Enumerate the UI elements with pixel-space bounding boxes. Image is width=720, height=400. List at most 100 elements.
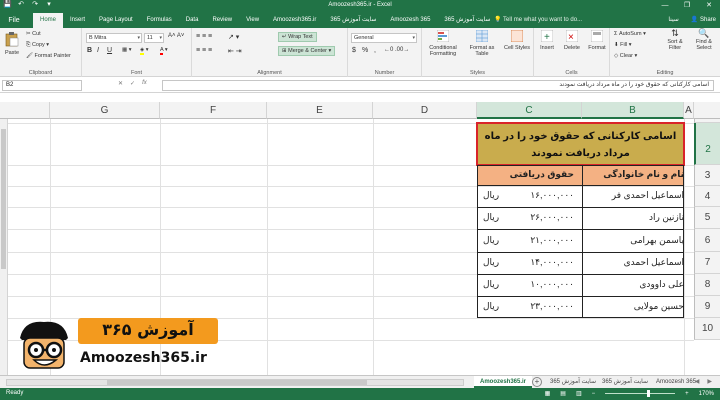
row-header-8[interactable]: 8	[694, 274, 720, 296]
share-button[interactable]: 👤 Share	[691, 16, 716, 23]
tab-home[interactable]: Home	[33, 13, 64, 28]
table-row-name[interactable]: نازنین راد	[582, 212, 694, 223]
file-tab[interactable]: File	[0, 13, 28, 28]
scrollbar-thumb[interactable]	[1, 129, 6, 269]
minimize-button[interactable]: —	[654, 0, 676, 11]
vertical-scrollbar[interactable]	[0, 119, 8, 375]
column-header-H[interactable]	[0, 102, 50, 119]
font-color-icon[interactable]: A ▾	[160, 47, 168, 55]
number-format-select[interactable]: General ▾	[351, 33, 417, 43]
tab-data[interactable]: Data	[179, 13, 206, 28]
table-row-salary[interactable]: ۱۴,۰۰۰,۰۰۰ ریال	[477, 257, 582, 269]
hscroll-thumb[interactable]	[107, 380, 367, 385]
tab-custom-1[interactable]: Amoozesh365.ir	[266, 13, 323, 28]
bold-button[interactable]: B	[87, 47, 92, 54]
comma-button[interactable]: ,	[374, 47, 376, 54]
format-as-table-button[interactable]: Format as Table	[464, 29, 500, 58]
find-select-button[interactable]: 🔍 Find & Select	[690, 29, 718, 52]
tab-view[interactable]: View	[239, 13, 266, 28]
row-header-6[interactable]: 6	[694, 229, 720, 252]
copy-button[interactable]: ⎘ Copy ▾	[26, 42, 49, 49]
format-painter-button[interactable]: 🖌 Format Painter	[26, 53, 71, 59]
column-header-B[interactable]: B	[582, 102, 684, 119]
row-header-7[interactable]: 7	[694, 252, 720, 274]
merge-center-button[interactable]: ⊞ Merge & Center ▾	[278, 46, 336, 56]
autosum-button[interactable]: Σ AutoSum ▾	[614, 31, 646, 37]
fx-button[interactable]: fx	[142, 80, 147, 87]
table-row-salary[interactable]: ۲۶,۰۰۰,۰۰۰ ریال	[477, 212, 582, 224]
cell-styles-button[interactable]: Cell Styles	[502, 29, 532, 51]
sheet-tab-3[interactable]: سایت آموزش 365	[596, 376, 654, 388]
font-size-select[interactable]: 11 ▾	[144, 33, 164, 43]
wrap-text-button[interactable]: ↵ Wrap Text	[278, 32, 317, 42]
account-name[interactable]: سینا	[668, 16, 678, 23]
font-name-select[interactable]: B Mitra ▾	[86, 33, 142, 43]
tab-custom-2[interactable]: 365 سایت آموزش	[323, 13, 383, 28]
table-row-salary[interactable]: ۱۶,۰۰۰,۰۰۰ ریال	[477, 190, 582, 202]
page-break-view-icon[interactable]: ▥	[576, 390, 582, 397]
table-row-name[interactable]: حسین مولایی	[582, 301, 694, 312]
zoom-slider[interactable]	[605, 390, 676, 397]
tab-custom-4[interactable]: سایت آموزش 365	[437, 13, 497, 28]
normal-view-icon[interactable]: ▦	[545, 390, 551, 397]
row-header-2[interactable]: 2	[694, 123, 720, 165]
column-header-G[interactable]: G	[50, 102, 160, 119]
orientation-icon[interactable]: ↗ ▾	[228, 33, 239, 41]
sort-filter-button[interactable]: ⇅ Sort & Filter	[662, 29, 688, 52]
column-header-A[interactable]: A	[684, 102, 694, 119]
next-sheet-icon[interactable]: ▶	[707, 378, 712, 385]
font-size-adjust[interactable]: A˄ A˅	[168, 33, 184, 39]
name-box[interactable]: B2	[2, 80, 82, 91]
underline-button[interactable]: U	[107, 47, 112, 54]
horizontal-scrollbar[interactable]	[6, 379, 464, 386]
zoom-level[interactable]: 170%	[699, 391, 714, 397]
close-button[interactable]: ✕	[698, 0, 720, 11]
table-row-name[interactable]: اسماعیل احمدی فر	[582, 190, 694, 201]
percent-button[interactable]: %	[362, 47, 368, 54]
sheet-tab-2[interactable]: 365 سایت آموزش	[544, 376, 602, 388]
new-sheet-button[interactable]: +	[532, 377, 542, 387]
enter-icon[interactable]: ✓	[130, 80, 135, 87]
tab-review[interactable]: Review	[205, 13, 239, 28]
vertical-align-icons[interactable]: ≡ ≡ ≡	[196, 33, 212, 40]
delete-cells-button[interactable]: × Delete	[560, 29, 584, 51]
table-row-salary[interactable]: ۲۱,۰۰۰,۰۰۰ ریال	[477, 235, 582, 247]
fill-button[interactable]: ⬇ Fill ▾	[614, 42, 631, 48]
tab-page-layout[interactable]: Page Layout	[92, 13, 140, 28]
page-layout-view-icon[interactable]: ▤	[560, 390, 566, 397]
format-cells-button[interactable]: Format	[586, 29, 608, 51]
restore-button[interactable]: ❐	[676, 0, 698, 11]
borders-icon[interactable]: ▦ ▾	[122, 47, 132, 53]
column-header-E[interactable]: E	[267, 102, 373, 119]
table-row-salary[interactable]: ۱۰,۰۰۰,۰۰۰ ریال	[477, 279, 582, 291]
tab-custom-3[interactable]: Amoozesh 365	[383, 13, 437, 28]
row-header-3[interactable]: 3	[694, 165, 720, 186]
table-row-name[interactable]: اسماعیل احمدی	[582, 257, 694, 268]
indent-icons[interactable]: ⇤ ⇥	[228, 47, 242, 55]
tell-me-search[interactable]: 💡 Tell me what you want to do...	[494, 16, 582, 23]
row-header-5[interactable]: 5	[694, 207, 720, 229]
zoom-in-button[interactable]: +	[685, 391, 689, 397]
row-header-9[interactable]: 9	[694, 296, 720, 318]
zoom-slider-knob[interactable]	[647, 390, 651, 397]
column-header-D[interactable]: D	[373, 102, 477, 119]
insert-cells-button[interactable]: + Insert	[536, 29, 558, 51]
italic-button[interactable]: I	[97, 47, 99, 54]
decimal-buttons[interactable]: ←0 .00→	[384, 47, 409, 53]
currency-button[interactable]: $	[352, 47, 356, 54]
zoom-out-button[interactable]: −	[592, 391, 596, 397]
table-row-name[interactable]: علی داوودی	[582, 279, 694, 290]
tab-insert[interactable]: Insert	[63, 13, 92, 28]
sheet-tab-amoozesh365-ir[interactable]: Amoozesh365.ir	[474, 376, 533, 388]
paste-button[interactable]: Paste	[2, 31, 22, 56]
clear-button[interactable]: ◇ Clear ▾	[614, 53, 637, 59]
conditional-formatting-button[interactable]: Conditional Formatting	[424, 29, 462, 58]
column-header-C[interactable]: C	[477, 102, 582, 119]
row-header-4[interactable]: 4	[694, 186, 720, 207]
cancel-icon[interactable]: ✕	[118, 80, 123, 87]
select-all-corner[interactable]	[694, 102, 720, 119]
fill-color-icon[interactable]: ◈ ▾	[140, 47, 149, 55]
row-header-10[interactable]: 10	[694, 318, 720, 340]
column-header-F[interactable]: F	[160, 102, 267, 119]
cut-button[interactable]: ✂ Cut	[26, 31, 41, 37]
